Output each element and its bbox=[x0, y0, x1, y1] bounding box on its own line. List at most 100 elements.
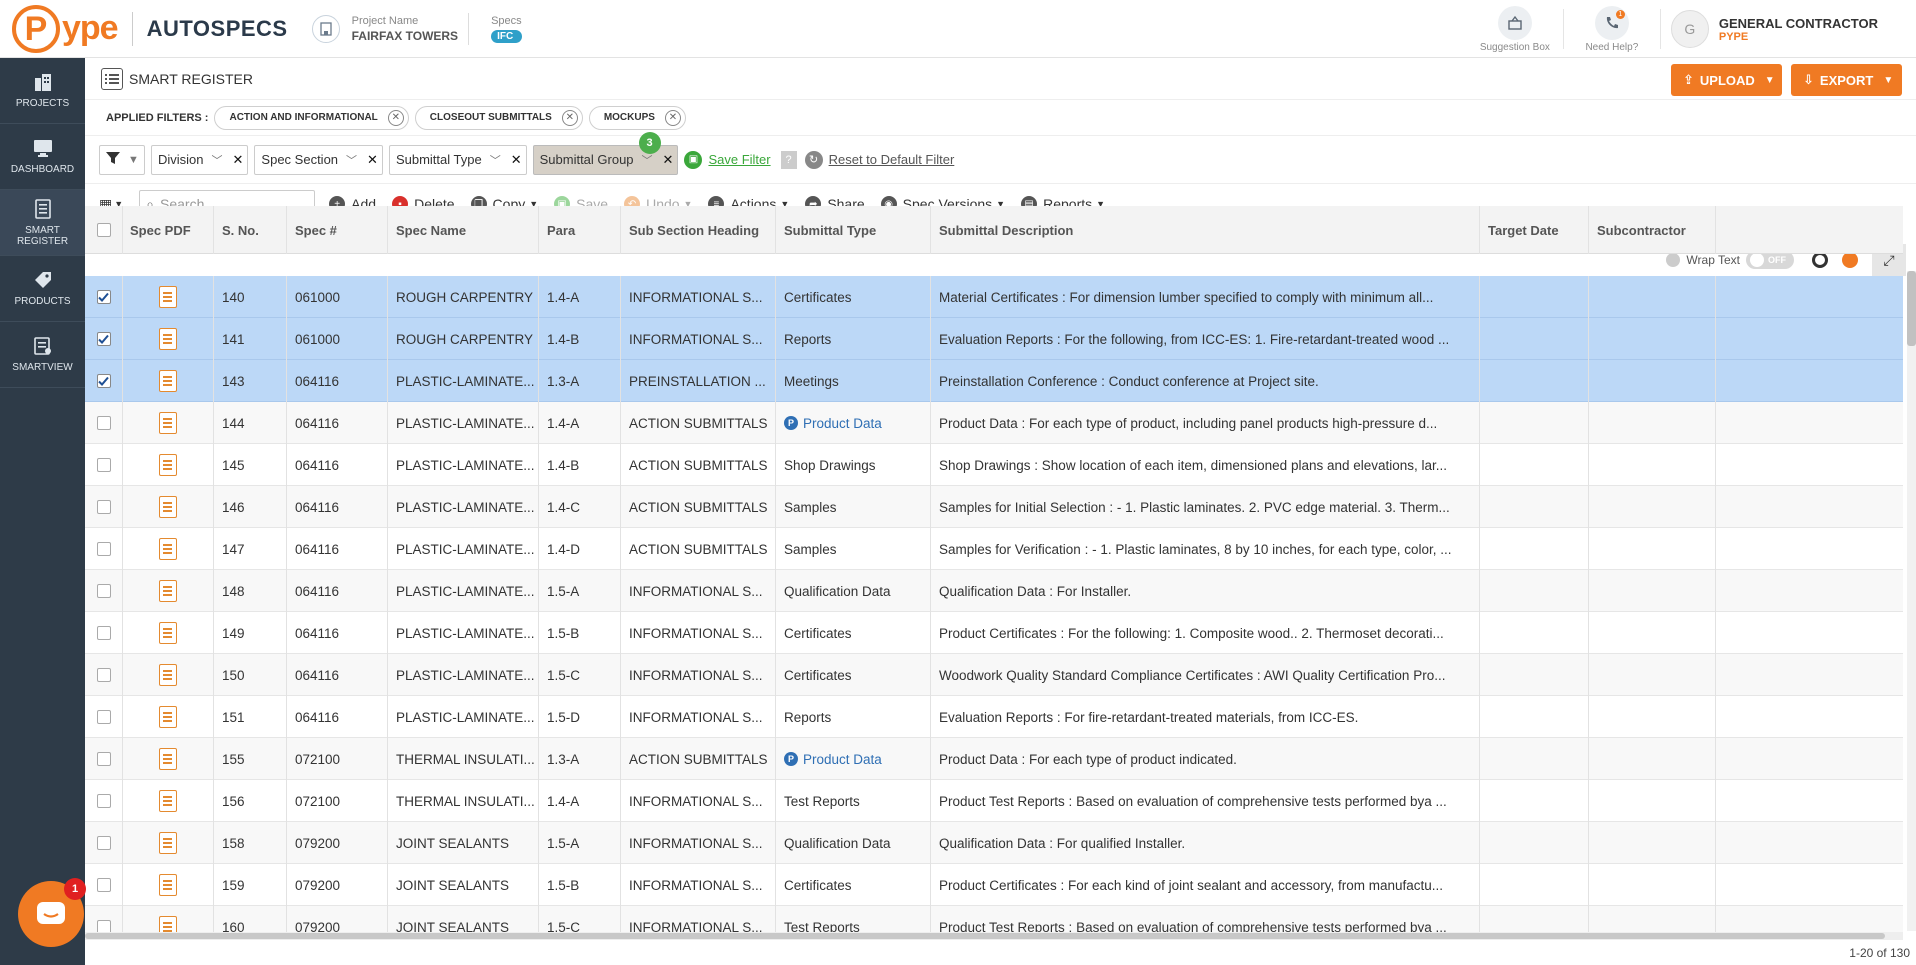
spec-name-cell[interactable]: THERMAL INSULATI... bbox=[388, 738, 539, 780]
sno-cell[interactable]: 149 bbox=[214, 612, 287, 654]
table-row[interactable]: 144 064116 PLASTIC-LAMINATE... 1.4-A ACTION … bbox=[85, 402, 1903, 444]
row-select-cell[interactable] bbox=[85, 444, 123, 486]
spec-name-cell[interactable]: PLASTIC-LAMINATE... bbox=[388, 528, 539, 570]
para-cell[interactable]: 1.4-C bbox=[539, 486, 621, 528]
pdf-icon[interactable] bbox=[159, 412, 177, 434]
sno-cell[interactable]: 159 bbox=[214, 864, 287, 906]
para-cell[interactable]: 1.5-C bbox=[539, 906, 621, 932]
spec-number-cell[interactable]: 079200 bbox=[287, 906, 388, 932]
spec-name-cell[interactable]: JOINT SEALANTS bbox=[388, 906, 539, 932]
spec-number-cell[interactable]: 061000 bbox=[287, 318, 388, 360]
sno-cell[interactable]: 143 bbox=[214, 360, 287, 402]
pdf-icon[interactable] bbox=[159, 286, 177, 308]
submittal-type-cell[interactable]: Reports bbox=[776, 696, 931, 738]
sno-cell[interactable]: 144 bbox=[214, 402, 287, 444]
target-date-cell[interactable] bbox=[1480, 360, 1589, 402]
spec-pdf-cell[interactable] bbox=[123, 402, 214, 444]
submittal-description-cell[interactable]: Qualification Data : For Installer. bbox=[931, 570, 1480, 612]
target-date-cell[interactable] bbox=[1480, 486, 1589, 528]
subcontractor-cell[interactable] bbox=[1589, 906, 1716, 932]
product-data-link[interactable]: Product Data bbox=[803, 752, 882, 767]
spec-pdf-cell[interactable] bbox=[123, 822, 214, 864]
pdf-icon[interactable] bbox=[159, 454, 177, 476]
sub-section-cell[interactable]: INFORMATIONAL S... bbox=[621, 906, 776, 932]
spec-pdf-cell[interactable] bbox=[123, 696, 214, 738]
subcontractor-cell[interactable] bbox=[1589, 654, 1716, 696]
target-date-cell[interactable] bbox=[1480, 696, 1589, 738]
spec-pdf-cell[interactable] bbox=[123, 360, 214, 402]
table-row[interactable]: 151 064116 PLASTIC-LAMINATE... 1.5-D INFORMA… bbox=[85, 696, 1903, 738]
subcontractor-cell[interactable] bbox=[1589, 402, 1716, 444]
table-row[interactable]: 158 079200 JOINT SEALANTS 1.5-A INFORMATIONA… bbox=[85, 822, 1903, 864]
submittal-description-cell[interactable]: Product Test Reports : Based on evaluati… bbox=[931, 780, 1480, 822]
spec-number-cell[interactable]: 064116 bbox=[287, 570, 388, 612]
target-date-cell[interactable] bbox=[1480, 780, 1589, 822]
para-cell[interactable]: 1.4-B bbox=[539, 318, 621, 360]
sno-cell[interactable]: 140 bbox=[214, 276, 287, 318]
row-checkbox[interactable] bbox=[96, 332, 111, 346]
filter-chip[interactable]: ACTION AND INFORMATIONAL ✕ bbox=[214, 105, 409, 130]
row-select-cell[interactable] bbox=[85, 864, 123, 906]
sidebar-item-dashboard[interactable]: DASHBOARD bbox=[0, 124, 85, 190]
para-cell[interactable]: 1.4-B bbox=[539, 444, 621, 486]
sidebar-item-products[interactable]: PRODUCTS bbox=[0, 256, 85, 322]
row-select-cell[interactable] bbox=[85, 906, 123, 932]
row-select-cell[interactable] bbox=[85, 654, 123, 696]
submittal-type-cell[interactable]: Shop Drawings bbox=[776, 444, 931, 486]
spec-name-cell[interactable]: PLASTIC-LAMINATE... bbox=[388, 612, 539, 654]
row-checkbox[interactable] bbox=[96, 416, 111, 430]
column-header[interactable]: Para bbox=[539, 206, 621, 254]
subcontractor-cell[interactable] bbox=[1589, 822, 1716, 864]
row-select-cell[interactable] bbox=[85, 486, 123, 528]
subcontractor-cell[interactable] bbox=[1589, 864, 1716, 906]
row-checkbox[interactable] bbox=[96, 584, 111, 598]
submittal-type-cell[interactable]: Meetings bbox=[776, 360, 931, 402]
sno-cell[interactable]: 141 bbox=[214, 318, 287, 360]
row-select-cell[interactable] bbox=[85, 528, 123, 570]
submittal-description-cell[interactable]: Product Certificates : For the following… bbox=[931, 612, 1480, 654]
subcontractor-cell[interactable] bbox=[1589, 780, 1716, 822]
sidebar-item-projects[interactable]: PROJECTS bbox=[0, 58, 85, 124]
para-cell[interactable]: 1.5-B bbox=[539, 864, 621, 906]
submittal-description-cell[interactable]: Product Test Reports : Based on evaluati… bbox=[931, 906, 1480, 932]
h-scroll-thumb[interactable] bbox=[85, 933, 1885, 939]
target-date-cell[interactable] bbox=[1480, 612, 1589, 654]
close-icon[interactable]: ✕ bbox=[664, 109, 681, 126]
spec-pdf-cell[interactable] bbox=[123, 654, 214, 696]
pdf-icon[interactable] bbox=[159, 580, 177, 602]
row-checkbox[interactable] bbox=[96, 542, 111, 556]
spec-name-cell[interactable]: PLASTIC-LAMINATE... bbox=[388, 654, 539, 696]
pdf-icon[interactable] bbox=[159, 370, 177, 392]
submittal-description-cell[interactable]: Product Certificates : For each kind of … bbox=[931, 864, 1480, 906]
sno-cell[interactable]: 156 bbox=[214, 780, 287, 822]
spec-pdf-cell[interactable] bbox=[123, 486, 214, 528]
row-checkbox[interactable] bbox=[96, 794, 111, 808]
pdf-icon[interactable] bbox=[159, 748, 177, 770]
subcontractor-cell[interactable] bbox=[1589, 276, 1716, 318]
vertical-scrollbar[interactable] bbox=[1907, 271, 1916, 931]
table-row[interactable]: 141 061000 ROUGH CARPENTRY 1.4-B INFORMATION… bbox=[85, 318, 1903, 360]
spec-name-cell[interactable]: PLASTIC-LAMINATE... bbox=[388, 696, 539, 738]
pdf-icon[interactable] bbox=[159, 832, 177, 854]
table-row[interactable]: 146 064116 PLASTIC-LAMINATE... 1.4-C ACTION … bbox=[85, 486, 1903, 528]
table-row[interactable]: 147 064116 PLASTIC-LAMINATE... 1.4-D ACTION … bbox=[85, 528, 1903, 570]
submittal-type-cell[interactable]: Qualification Data bbox=[776, 570, 931, 612]
spec-pdf-cell[interactable] bbox=[123, 612, 214, 654]
project-selector[interactable]: Project Name FAIRFAX TOWERS Specs IFC bbox=[311, 12, 522, 45]
spec-pdf-cell[interactable] bbox=[123, 276, 214, 318]
row-checkbox[interactable] bbox=[96, 710, 111, 724]
column-header[interactable]: Target Date bbox=[1480, 206, 1589, 254]
filter-chip[interactable]: CLOSEOUT SUBMITTALS ✕ bbox=[414, 105, 583, 130]
submittal-description-cell[interactable]: Shop Drawings : Show location of each it… bbox=[931, 444, 1480, 486]
para-cell[interactable]: 1.5-B bbox=[539, 612, 621, 654]
spec-number-cell[interactable]: 064116 bbox=[287, 402, 388, 444]
spec-pdf-cell[interactable] bbox=[123, 738, 214, 780]
sno-cell[interactable]: 155 bbox=[214, 738, 287, 780]
row-checkbox[interactable] bbox=[96, 500, 111, 514]
spec-name-cell[interactable]: JOINT SEALANTS bbox=[388, 822, 539, 864]
row-select-cell[interactable] bbox=[85, 276, 123, 318]
submittal-description-cell[interactable]: Samples for Verification : - 1. Plastic … bbox=[931, 528, 1480, 570]
column-header[interactable]: Submittal Type bbox=[776, 206, 931, 254]
spec-number-cell[interactable]: 072100 bbox=[287, 738, 388, 780]
para-cell[interactable]: 1.5-A bbox=[539, 822, 621, 864]
